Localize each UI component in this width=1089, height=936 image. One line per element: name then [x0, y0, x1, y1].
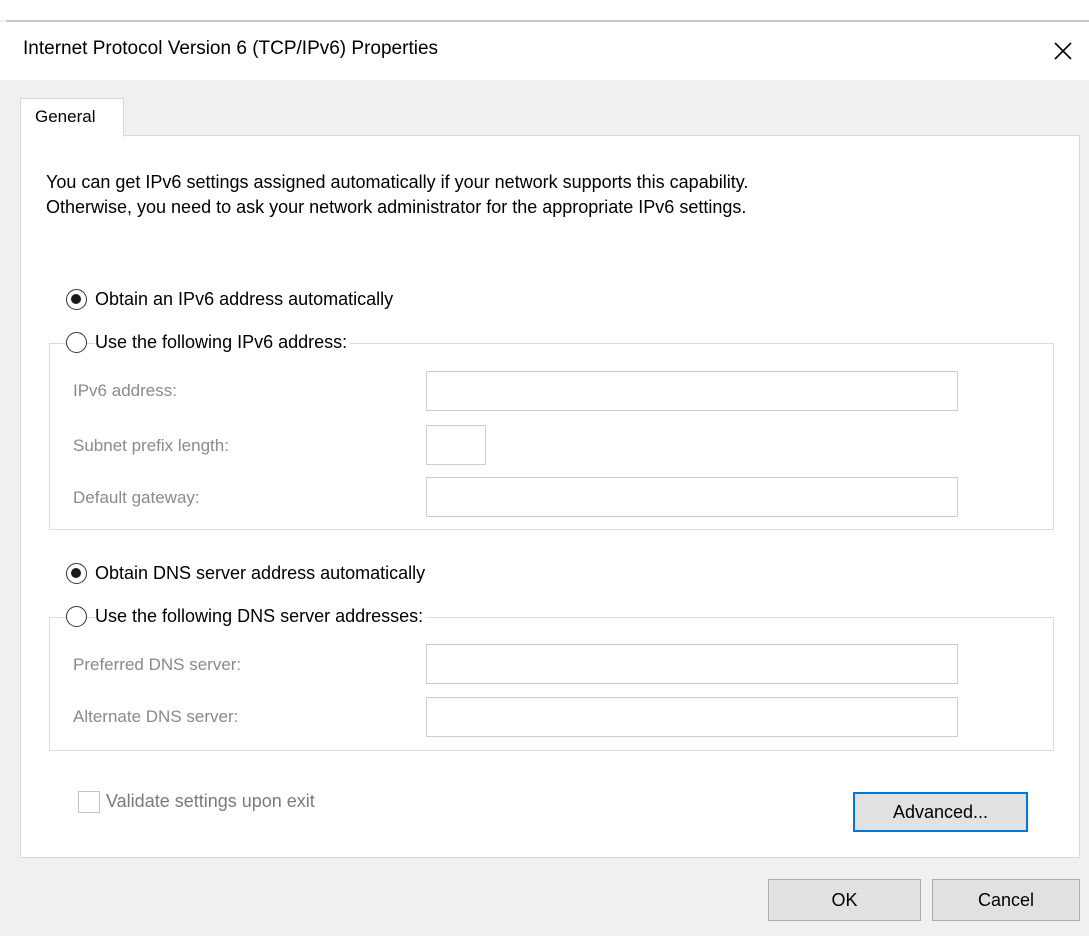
ok-button[interactable]: OK — [768, 879, 921, 921]
dialog-window: Internet Protocol Version 6 (TCP/IPv6) P… — [0, 0, 1089, 936]
use-ipv6-address-label: Use the following IPv6 address: — [95, 330, 351, 354]
use-dns-addresses-label: Use the following DNS server addresses: — [95, 604, 427, 628]
validate-settings-checkbox[interactable] — [78, 791, 100, 813]
radio-selected-dot — [71, 568, 81, 578]
radio-obtain-ipv6-auto[interactable] — [66, 289, 87, 310]
preferred-dns-input[interactable] — [426, 644, 958, 684]
validate-settings-label: Validate settings upon exit — [106, 791, 315, 811]
advanced-button[interactable]: Advanced... — [853, 792, 1028, 832]
radio-use-dns-addresses[interactable] — [66, 606, 87, 627]
intro-text: You can get IPv6 settings assigned autom… — [46, 170, 748, 220]
preferred-dns-label: Preferred DNS server: — [73, 655, 242, 674]
radio-selected-dot — [71, 294, 81, 304]
top-strip — [0, 0, 1089, 20]
subnet-prefix-length-label: Subnet prefix length: — [73, 436, 229, 455]
cancel-button[interactable]: Cancel — [932, 879, 1080, 921]
intro-line-2: Otherwise, you need to ask your network … — [46, 197, 747, 217]
intro-line-1: You can get IPv6 settings assigned autom… — [46, 172, 749, 192]
alternate-dns-input[interactable] — [426, 697, 958, 737]
obtain-ipv6-auto-label: Obtain an IPv6 address automatically — [95, 287, 397, 311]
radio-obtain-dns-auto[interactable] — [66, 563, 87, 584]
ipv6-address-label: IPv6 address: — [73, 381, 177, 400]
subnet-prefix-length-input[interactable] — [426, 425, 486, 465]
alternate-dns-label: Alternate DNS server: — [73, 707, 239, 726]
close-button[interactable] — [1040, 28, 1086, 74]
default-gateway-label: Default gateway: — [73, 488, 200, 507]
window-title: Internet Protocol Version 6 (TCP/IPv6) P… — [23, 38, 439, 59]
obtain-dns-auto-label: Obtain DNS server address automatically — [95, 561, 429, 585]
close-icon — [1054, 42, 1072, 60]
tab-general-label: General — [35, 107, 96, 126]
radio-use-ipv6-address[interactable] — [66, 332, 87, 353]
default-gateway-input[interactable] — [426, 477, 958, 517]
ipv6-address-input[interactable] — [426, 371, 958, 411]
